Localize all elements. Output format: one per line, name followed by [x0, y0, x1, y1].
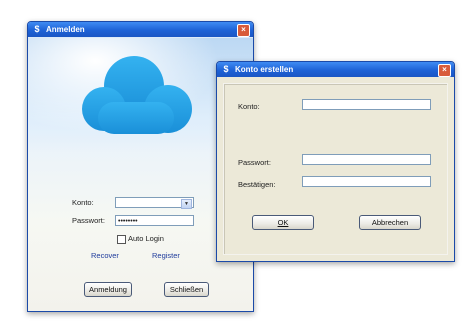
- password-value: ••••••••: [118, 218, 138, 225]
- close-button[interactable]: Schließen: [164, 282, 209, 297]
- login-button[interactable]: Anmeldung: [84, 282, 132, 297]
- auto-login-label[interactable]: Auto Login: [128, 234, 164, 243]
- passwort-label: Passwort:: [72, 216, 105, 225]
- bestaetigen-label: Bestätigen:: [238, 180, 276, 189]
- ok-button[interactable]: OK: [252, 215, 314, 230]
- create-account-title: Konto erstellen: [235, 65, 294, 74]
- konto-input[interactable]: [302, 99, 431, 110]
- cancel-button[interactable]: Abbrechen: [359, 215, 421, 230]
- bestaetigen-input[interactable]: [302, 176, 431, 187]
- create-account-titlebar[interactable]: $ Konto erstellen ×: [217, 62, 454, 77]
- passwort-input[interactable]: [302, 154, 431, 165]
- password-field[interactable]: ••••••••: [115, 215, 194, 226]
- close-icon[interactable]: ×: [438, 64, 451, 77]
- app-icon: $: [34, 24, 40, 34]
- recover-link[interactable]: Recover: [91, 251, 119, 260]
- passwort-label: Passwort:: [238, 158, 271, 167]
- app-icon: $: [223, 64, 229, 74]
- konto-dropdown[interactable]: ▼: [115, 197, 194, 209]
- chevron-down-icon[interactable]: ▼: [181, 199, 192, 209]
- login-titlebar[interactable]: $ Anmelden ×: [28, 22, 253, 37]
- close-icon[interactable]: ×: [237, 24, 250, 37]
- login-title: Anmelden: [46, 25, 85, 34]
- create-account-window: $ Konto erstellen × Konto: Passwort: Bes…: [216, 61, 455, 262]
- register-link[interactable]: Register: [152, 251, 180, 260]
- konto-label: Konto:: [72, 198, 94, 207]
- cancel-button-label: Abbrechen: [371, 218, 409, 227]
- ok-button-label: OK: [277, 218, 289, 227]
- auto-login-checkbox[interactable]: [117, 235, 126, 244]
- cloud-icon: [82, 56, 192, 134]
- konto-label: Konto:: [238, 102, 260, 111]
